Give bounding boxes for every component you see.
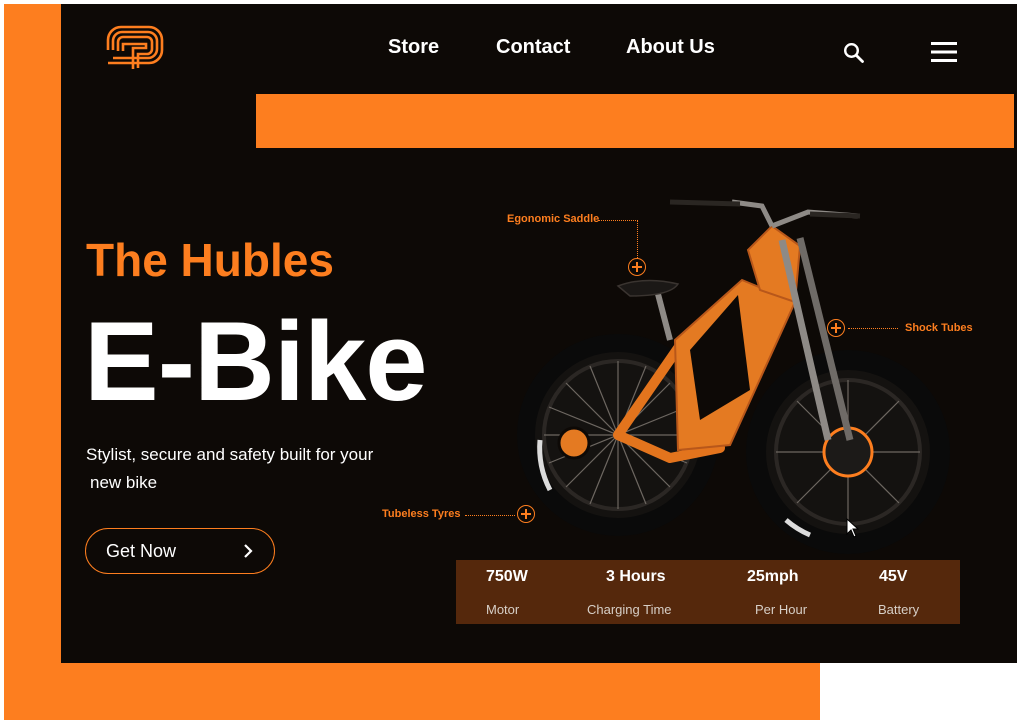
logo-icon[interactable] [104,24,166,72]
spec-battery-label: Battery [878,602,920,617]
hero-description-line-2: new bike [90,473,158,492]
spec-motor-value: 750W [486,568,528,585]
plus-circle-icon[interactable] [628,258,646,276]
callout-shock-label: Shock Tubes [905,322,973,334]
spec-battery-value: 45V [879,568,908,585]
nav-link-store[interactable]: Store [388,36,439,59]
plus-circle-icon[interactable] [517,505,535,523]
callout-tyres-label: Tubeless Tyres [382,508,461,520]
decor-orange-bar-left [4,4,61,720]
spec-speed-value: 25mph [747,568,799,585]
callout-saddle-leader-v [637,220,638,258]
hero-description-line-1: Stylist, secure and safety built for you… [86,445,374,464]
callout-shock-leader [848,328,898,329]
decor-orange-bar-bottom [4,663,820,720]
hero-subtitle: The Hubles [86,234,334,286]
hero-description: Stylist, secure and safety built for you… [86,441,373,497]
ebike-image [510,190,960,590]
get-now-button[interactable]: Get Now [85,528,275,574]
menu-icon[interactable] [930,41,958,65]
spec-charging-value: 3 Hours [606,568,666,585]
callout-saddle-label: Egonomic Saddle [507,213,600,225]
callout-saddle-leader-h [598,220,638,221]
plus-circle-icon[interactable] [827,319,845,337]
nav-link-about-us[interactable]: About Us [626,36,715,59]
cursor-icon [846,517,860,543]
spec-charging-label: Charging Time [587,602,672,617]
decor-orange-bar-top [256,94,1014,148]
hero-title: E-Bike [84,299,428,424]
spec-speed-label: Per Hour [755,602,808,617]
spec-motor-label: Motor [486,602,520,617]
specs-panel: 750W Motor 3 Hours Charging Time 25mph P… [456,560,960,624]
get-now-label: Get Now [106,541,177,561]
search-icon[interactable] [842,41,866,65]
callout-tyres-leader [465,515,515,516]
nav-link-contact[interactable]: Contact [496,36,570,59]
chevron-right-icon [242,543,254,564]
